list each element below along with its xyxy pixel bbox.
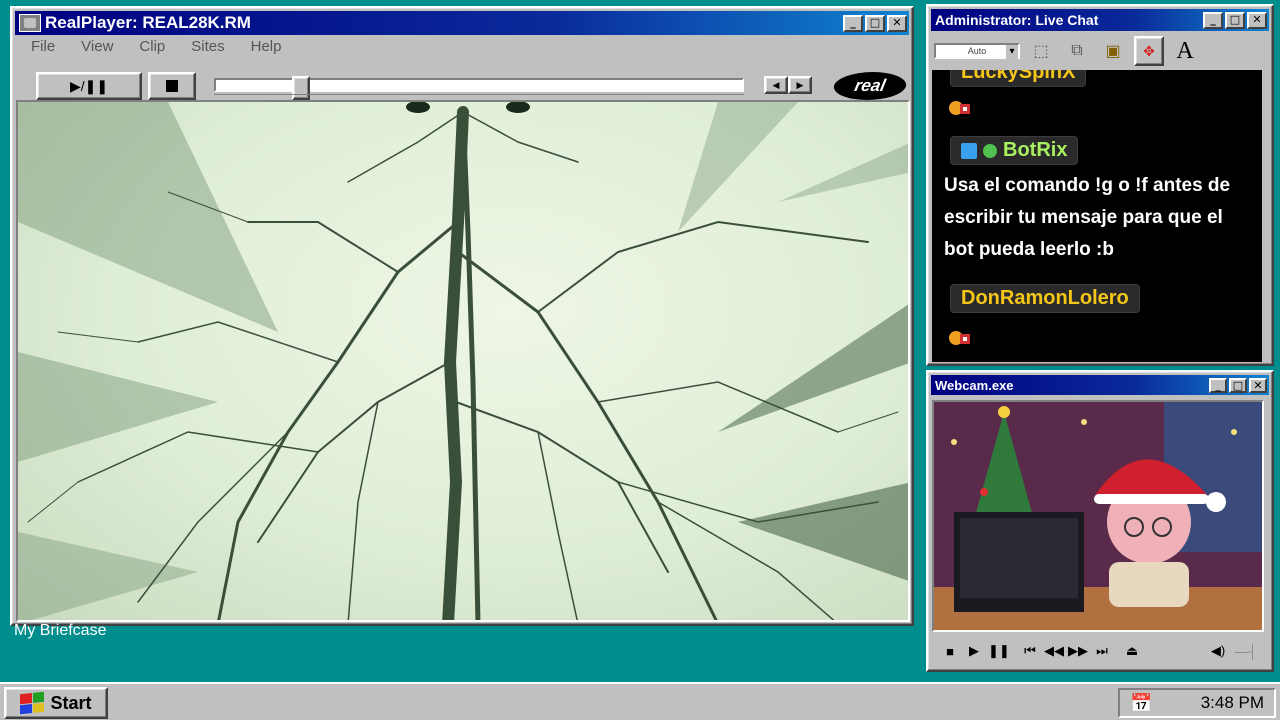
- play-pause-label: ▶/❚❚: [69, 77, 109, 94]
- volume-slider[interactable]: —┤: [1232, 644, 1260, 659]
- close-button[interactable]: ✕: [887, 14, 907, 32]
- verified-icon: [983, 143, 997, 158]
- webcam-close-button[interactable]: ✕: [1249, 377, 1267, 393]
- stop-button[interactable]: [148, 72, 196, 100]
- bot-icon: [961, 142, 977, 159]
- taskbar: Start 📅 3:48 PM: [0, 682, 1280, 720]
- webcam-title: Webcam.exe: [935, 377, 1014, 393]
- chat-minimize-button[interactable]: _: [1203, 11, 1223, 29]
- playback-controls: ▶/❚❚ ◀ ▶ real: [36, 72, 909, 102]
- skip-back-icon[interactable]: ⏮: [1020, 643, 1040, 659]
- seek-ticks: [214, 94, 744, 98]
- chat-close-button[interactable]: ✕: [1247, 11, 1267, 29]
- menu-file[interactable]: File: [18, 38, 68, 56]
- realplayer-window: RealPlayer: REAL28K.RM _ □ ✕ File View C…: [10, 6, 914, 626]
- paste-tool-icon[interactable]: ▣: [1098, 36, 1128, 66]
- seek-track[interactable]: [214, 76, 744, 100]
- chat-messages[interactable]: LuckySpinX BotRix Usa el comando !g o !f…: [932, 70, 1262, 362]
- menu-view[interactable]: View: [68, 38, 126, 56]
- emote-icon: [949, 331, 970, 345]
- forward-icon[interactable]: ▶▶: [1068, 643, 1088, 659]
- chat-titlebar[interactable]: Administrator: Live Chat _ □ ✕: [931, 9, 1269, 31]
- copy-tool-icon[interactable]: ⧉: [1062, 36, 1092, 66]
- chat-username-third: DonRamonLolero: [950, 284, 1140, 313]
- start-button[interactable]: Start: [4, 687, 108, 719]
- menu-help[interactable]: Help: [238, 38, 295, 56]
- stop-icon: [166, 80, 178, 92]
- minimize-button[interactable]: _: [843, 14, 863, 32]
- pause-icon[interactable]: ❚❚: [988, 643, 1010, 659]
- maximize-button[interactable]: □: [865, 14, 885, 32]
- size-select[interactable]: Auto: [934, 43, 1020, 59]
- real-logo: real: [831, 72, 909, 100]
- system-tray: 📅 3:48 PM: [1118, 688, 1276, 718]
- chat-username-bot: BotRix: [950, 136, 1079, 165]
- fast-forward-button[interactable]: ▶: [788, 76, 812, 94]
- webcam-feed: [932, 400, 1264, 632]
- eject-icon[interactable]: ⏏: [1122, 643, 1142, 659]
- realplayer-menubar: File View Clip Sites Help: [18, 38, 294, 56]
- select-tool-icon[interactable]: ⬚: [1026, 36, 1056, 66]
- webcam-minimize-button[interactable]: _: [1209, 377, 1227, 393]
- play-pause-button[interactable]: ▶/❚❚: [36, 72, 142, 100]
- menu-sites[interactable]: Sites: [178, 38, 237, 56]
- rewind-icon[interactable]: ◀◀: [1044, 643, 1064, 659]
- font-tool-icon[interactable]: A: [1170, 36, 1200, 66]
- webcam-avatar-image: [934, 402, 1262, 630]
- webcam-controls: ■ ▶ ❚❚ ⏮ ◀◀ ▶▶ ⏭ ⏏ ◀) —┤: [940, 640, 1260, 662]
- video-display[interactable]: [16, 100, 910, 622]
- scheduler-icon[interactable]: 📅: [1130, 693, 1152, 714]
- chat-title: Administrator: Live Chat: [935, 12, 1099, 28]
- rewind-button[interactable]: ◀: [764, 76, 788, 94]
- move-tool-icon[interactable]: ✥: [1134, 36, 1164, 66]
- chat-toolbar: Auto ⬚ ⧉ ▣ ✥ A: [932, 34, 1268, 68]
- realplayer-titlebar[interactable]: RealPlayer: REAL28K.RM _ □ ✕: [15, 11, 909, 35]
- my-briefcase-label[interactable]: My Briefcase: [14, 622, 106, 640]
- realplayer-title: RealPlayer: REAL28K.RM: [45, 13, 251, 32]
- webcam-maximize-button[interactable]: □: [1229, 377, 1247, 393]
- chat-username-top: LuckySpinX: [950, 70, 1087, 87]
- bot-message: Usa el comando !g o !f antes de escribir…: [944, 175, 1231, 260]
- play-icon[interactable]: ▶: [964, 643, 984, 659]
- windows-logo-icon: [20, 691, 45, 715]
- webcam-titlebar[interactable]: Webcam.exe _ □ ✕: [931, 375, 1269, 395]
- menu-clip[interactable]: Clip: [126, 38, 178, 56]
- start-label: Start: [50, 692, 92, 713]
- clock[interactable]: 3:48 PM: [1201, 693, 1264, 713]
- realplayer-app-icon: [19, 14, 41, 32]
- bot-name: BotRix: [1003, 139, 1068, 161]
- webcam-window: Webcam.exe _ □ ✕ ■ ▶ ❚❚ ⏮ ◀◀ ▶▶ ⏭ ⏏ ◀) —…: [926, 370, 1274, 672]
- stop-icon[interactable]: ■: [940, 644, 960, 659]
- chat-maximize-button[interactable]: □: [1225, 11, 1245, 29]
- emote-icon: [949, 101, 970, 115]
- skip-forward-icon[interactable]: ⏭: [1092, 643, 1112, 659]
- live-chat-window: Administrator: Live Chat _ □ ✕ Auto ⬚ ⧉ …: [926, 4, 1274, 366]
- size-select-value: Auto: [967, 46, 987, 56]
- volume-icon[interactable]: ◀): [1208, 643, 1228, 659]
- video-frame-cracks: [18, 102, 908, 620]
